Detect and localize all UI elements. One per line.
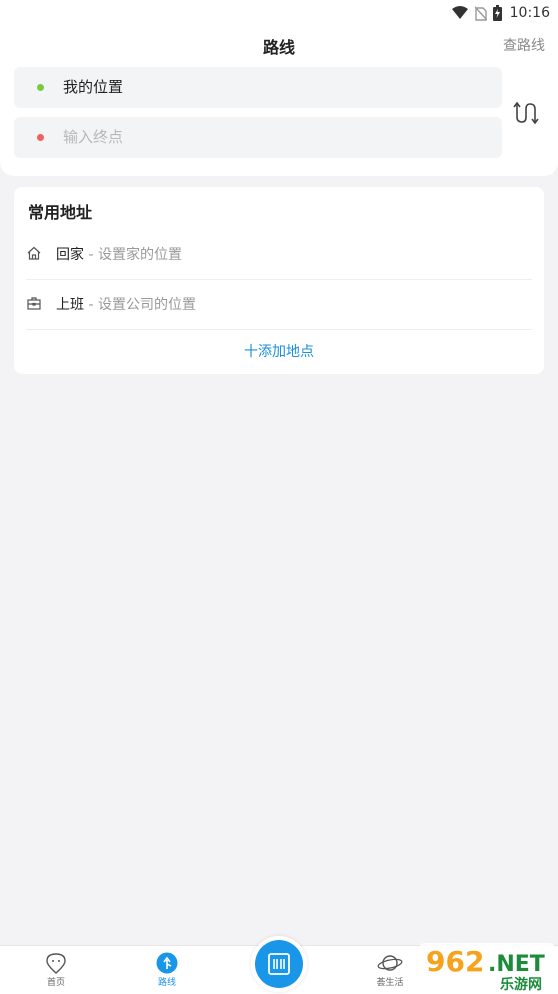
watermark-logo: 962 .NET 乐游网 [419, 943, 555, 993]
favorite-home-name: 回家 [56, 247, 84, 263]
svg-text:962: 962 [426, 945, 484, 978]
favorites-card: 常用地址 回家 - 设置家的位置 上班 - 设置公司的位置 十添加地点 [14, 187, 544, 374]
tab-life[interactable]: 荟生活 [360, 952, 420, 988]
wifi-icon [451, 6, 468, 19]
origin-text: 我的位置 [63, 78, 124, 96]
favorite-home-sep: - [84, 247, 98, 263]
favorite-home-label: 回家 - 设置家的位置 [56, 244, 182, 264]
tab-route[interactable]: 路线 [137, 952, 197, 988]
planet-icon [377, 955, 403, 971]
favorite-home-row[interactable]: 回家 - 设置家的位置 [26, 230, 532, 279]
scan-bus-card-icon [268, 953, 290, 975]
no-sim-icon [474, 6, 487, 21]
favorite-work-name: 上班 [56, 297, 84, 313]
destination-dot [37, 134, 44, 141]
home-icon [27, 246, 41, 260]
favorite-work-label: 上班 - 设置公司的位置 [56, 294, 196, 314]
favorite-work-sep: - [84, 297, 98, 313]
origin-dot [37, 84, 44, 91]
scan-bus-card-button[interactable] [251, 936, 307, 992]
origin-field[interactable]: 我的位置 [14, 67, 502, 108]
favorite-work-row[interactable]: 上班 - 设置公司的位置 [26, 280, 532, 329]
favorite-home-hint: 设置家的位置 [97, 247, 182, 263]
battery-charging-icon [492, 5, 502, 21]
tab-home[interactable]: 首页 [26, 952, 86, 988]
destination-field[interactable]: 输入终点 [14, 117, 502, 158]
add-place-button[interactable]: 十添加地点 [14, 341, 544, 361]
status-bar: 10:16 [0, 0, 558, 26]
swap-route-icon[interactable] [512, 100, 540, 126]
divider [26, 329, 532, 330]
page-title: 路线 [262, 38, 295, 57]
briefcase-icon [27, 297, 41, 310]
favorite-work-hint: 设置公司的位置 [97, 297, 196, 313]
status-time: 10:16 [509, 5, 550, 21]
svg-text:.NET: .NET [488, 952, 545, 977]
tab-route-label: 路线 [157, 978, 176, 988]
destination-placeholder: 输入终点 [63, 128, 124, 146]
favorites-title: 常用地址 [28, 203, 93, 222]
scan-button-inner [255, 940, 303, 988]
route-header: 路线 查路线 我的位置 输入终点 [0, 26, 558, 176]
query-route-button[interactable]: 查路线 [503, 35, 545, 55]
tab-home-label: 首页 [46, 978, 65, 988]
route-arrow-icon [156, 952, 178, 974]
tab-life-label: 荟生活 [376, 978, 404, 988]
svg-text:乐游网: 乐游网 [500, 976, 542, 993]
home-face-icon [46, 953, 66, 974]
status-icons: 10:16 [451, 3, 550, 23]
